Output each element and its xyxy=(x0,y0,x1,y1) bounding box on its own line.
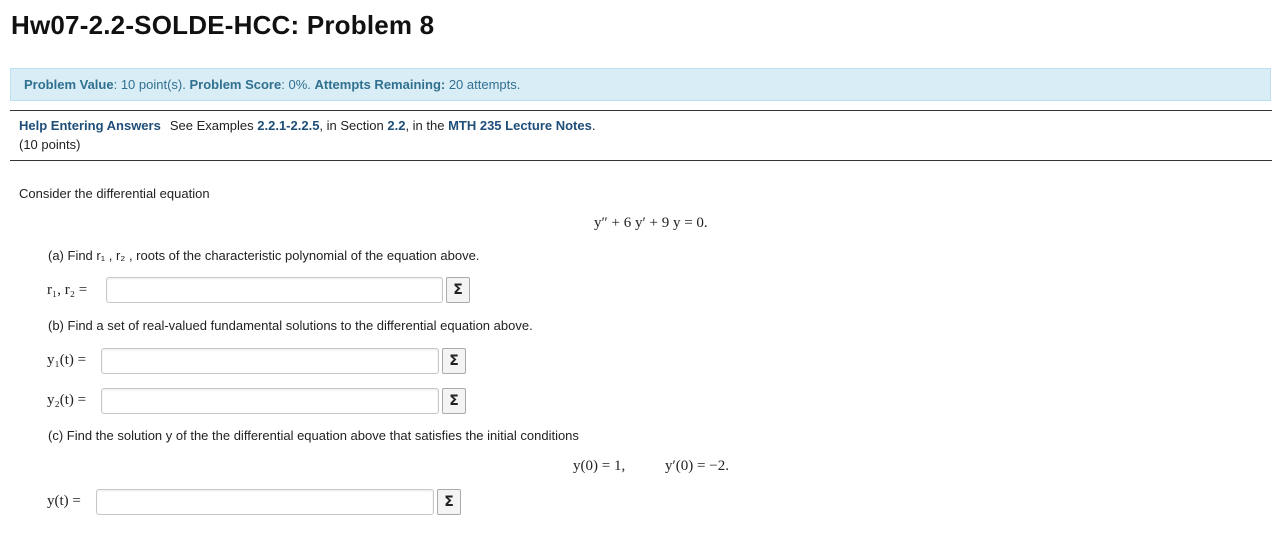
problem-score-label: Problem Score xyxy=(189,77,282,92)
page-title: Hw07-2.2-SOLDE-HCC: Problem 8 xyxy=(11,10,435,40)
y1-input[interactable] xyxy=(101,348,439,374)
problem-info-bar: Problem Value: 10 point(s). Problem Scor… xyxy=(10,68,1271,101)
help-section: 2.2 xyxy=(387,118,406,133)
y2-input[interactable] xyxy=(101,388,439,414)
problem-score-text: : 0%. xyxy=(281,77,315,92)
part-b-prompt: (b) Find a set of real-valued fundamenta… xyxy=(48,318,533,333)
attempts-text: 20 attempts. xyxy=(445,77,521,92)
help-row: Help Entering Answers See Examples 2.2.1-… xyxy=(19,118,595,133)
divider-bottom xyxy=(10,160,1272,161)
help-text-4: . xyxy=(591,118,596,133)
help-text-1: See Examples xyxy=(169,118,258,133)
answer-label-roots: r₁, r₂ = xyxy=(47,282,88,298)
help-entering-answers-link[interactable]: Help Entering Answers xyxy=(19,118,161,133)
sigma-icon[interactable]: Σ xyxy=(446,277,470,303)
problem-points: (10 points) xyxy=(19,137,81,152)
attempts-label: Attempts Remaining: xyxy=(314,77,446,92)
problem-intro: Consider the differential equation xyxy=(19,186,210,201)
part-a-prompt: (a) Find r₁ , r₂ , roots of the characte… xyxy=(48,248,480,263)
answer-label-y: y(t) = xyxy=(47,493,81,509)
sigma-icon[interactable]: Σ xyxy=(442,388,466,414)
initial-condition-1: y(0) = 1, xyxy=(573,458,626,474)
lecture-notes-link[interactable]: MTH 235 Lecture Notes xyxy=(448,118,592,133)
answer-label-y2: y₂(t) = xyxy=(47,392,87,408)
sigma-icon[interactable]: Σ xyxy=(442,348,466,374)
help-examples: 2.2.1-2.2.5 xyxy=(257,118,320,133)
sigma-icon[interactable]: Σ xyxy=(437,489,461,515)
part-c-prompt: (c) Find the solution y of the the diffe… xyxy=(48,428,579,443)
differential-equation: y″ + 6 y′ + 9 y = 0. xyxy=(594,215,708,231)
divider-top xyxy=(10,110,1272,111)
help-text-2: , in Section xyxy=(319,118,388,133)
problem-value-label: Problem Value xyxy=(24,77,114,92)
problem-value-text: : 10 point(s). xyxy=(113,77,190,92)
solution-input[interactable] xyxy=(96,489,434,515)
answer-label-y1: y₁(t) = xyxy=(47,352,87,368)
roots-input[interactable] xyxy=(106,277,443,303)
help-text-3: , in the xyxy=(405,118,449,133)
initial-condition-2: y′(0) = −2. xyxy=(665,458,729,474)
